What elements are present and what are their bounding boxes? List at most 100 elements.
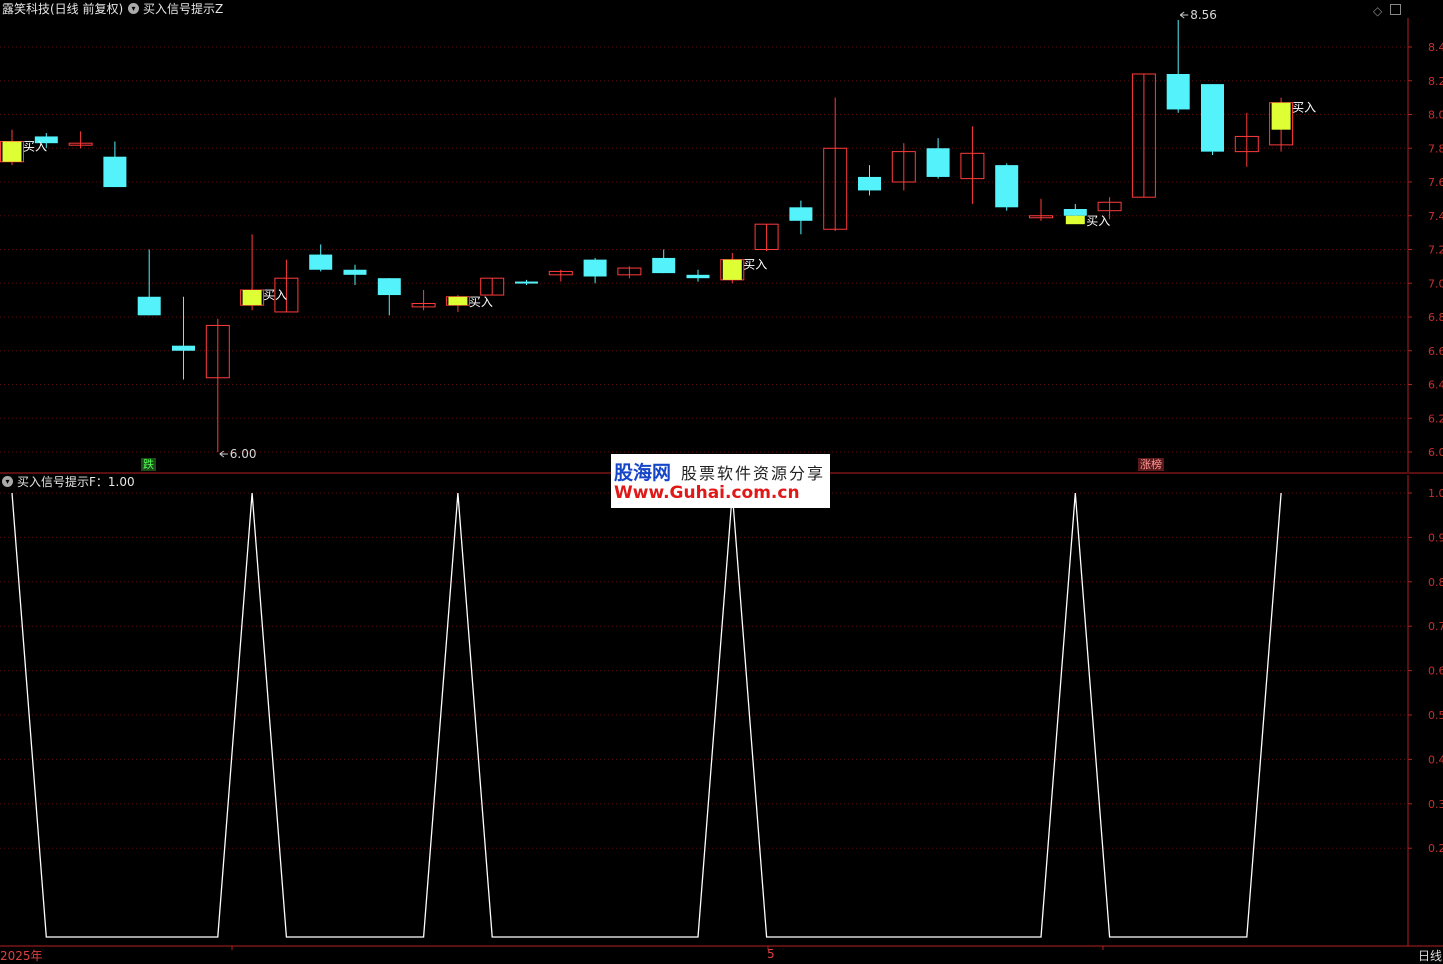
candle-body xyxy=(515,281,538,284)
candle xyxy=(1029,198,1053,221)
signal-polyline xyxy=(11,492,1282,938)
buy-marker: 买入 xyxy=(448,295,493,309)
price-tick-label: 6.6 xyxy=(1428,345,1443,358)
price-tick-label: 8.4 xyxy=(1428,41,1443,54)
signal-tick-label: 0.3 xyxy=(1428,798,1443,811)
signal-tick-label: 0.5 xyxy=(1428,709,1443,722)
time-axis: 2025年 5 日线 xyxy=(0,946,1443,964)
price-tick-label: 6.8 xyxy=(1428,311,1443,324)
candle-body xyxy=(858,176,881,191)
candle xyxy=(686,269,710,282)
candle-body xyxy=(1166,74,1190,110)
annotation-label: 8.56 xyxy=(1190,8,1217,22)
signal-tick-label: 0.2 xyxy=(1428,842,1443,855)
annotation-layer: 6.00 8.56 xyxy=(219,8,1217,461)
watermark: 股海网 股票软件资源分享 Www.Guhai.com.cn xyxy=(611,454,830,508)
extreme-annotation: 6.00 xyxy=(219,447,257,461)
candle-body xyxy=(343,269,367,275)
candle xyxy=(548,269,573,282)
candle xyxy=(995,163,1019,211)
candle xyxy=(309,244,333,272)
buy-marker-series: 买入买入 买入买入买入买入 xyxy=(2,101,1316,309)
buy-marker-label: 买入 xyxy=(743,258,767,272)
sub-grid xyxy=(0,492,1408,849)
candle-body xyxy=(377,278,401,296)
price-tick-label: 6.0 xyxy=(1428,446,1443,459)
candle-body xyxy=(686,274,710,279)
candle xyxy=(617,266,642,279)
sub-indicator-menu-icon[interactable]: ▾ xyxy=(2,476,13,487)
candle-body xyxy=(309,254,333,270)
candle xyxy=(583,257,607,284)
year-label: 2025年 xyxy=(0,949,43,963)
candle xyxy=(1131,73,1156,198)
month-label: 5 xyxy=(767,947,775,961)
candle xyxy=(652,249,676,274)
candle-body xyxy=(652,257,676,274)
candle xyxy=(858,165,881,196)
buy-marker: 买入 xyxy=(1271,101,1316,130)
candle-body xyxy=(103,156,127,188)
price-tick-label: 8.0 xyxy=(1428,109,1443,122)
candle xyxy=(1234,112,1259,167)
extreme-annotation: 8.56 xyxy=(1179,8,1217,22)
buy-marker: 买入 xyxy=(1065,214,1110,228)
signal-axis: 0.2 0.3 0.4 0.5 0.6 0.7 0.8 0.9 1.0 xyxy=(0,475,1443,950)
candle xyxy=(789,200,813,235)
candle-body xyxy=(583,259,607,277)
signal-tick-label: 1.0 xyxy=(1428,487,1443,500)
buy-marker-label: 买入 xyxy=(1292,101,1316,115)
candle xyxy=(823,97,848,231)
signal-tick-label: 0.9 xyxy=(1428,531,1443,544)
signal-tick-label: 0.8 xyxy=(1428,576,1443,589)
price-tick-label: 6.4 xyxy=(1428,379,1443,392)
buy-marker-block xyxy=(722,259,742,280)
candle xyxy=(411,290,436,311)
candle xyxy=(480,277,505,296)
candle-body xyxy=(172,345,195,351)
candle-body xyxy=(789,207,813,221)
buy-marker: 买入 xyxy=(722,258,767,280)
price-tick-label: 7.4 xyxy=(1428,210,1443,223)
candle xyxy=(754,223,779,252)
candle xyxy=(891,143,916,191)
buy-marker-block xyxy=(1271,102,1291,130)
main-grid xyxy=(0,46,1408,453)
candle xyxy=(926,138,950,179)
candle xyxy=(1166,20,1190,113)
rise-tag: 涨榜 xyxy=(1138,458,1164,471)
candle xyxy=(68,131,93,149)
buy-marker: 买入 xyxy=(242,288,287,306)
candle xyxy=(103,141,127,188)
candle-body xyxy=(1201,84,1224,152)
candle xyxy=(343,264,367,285)
period-label[interactable]: 日线 xyxy=(1418,947,1442,964)
buy-marker-block xyxy=(1065,215,1085,225)
price-tick-label: 8.2 xyxy=(1428,75,1443,88)
watermark-logo: 股海网 xyxy=(614,462,672,484)
candle xyxy=(274,259,299,313)
candle xyxy=(137,249,161,316)
buy-marker-label: 买入 xyxy=(23,140,47,154)
price-tick-label: 6.2 xyxy=(1428,412,1443,425)
buy-marker-label: 买入 xyxy=(263,288,287,302)
price-tick-label: 7.0 xyxy=(1428,277,1443,290)
price-tick-label: 7.2 xyxy=(1428,244,1443,257)
sub-chart-title[interactable]: 买入信号提示F：1.00 xyxy=(17,474,135,490)
annotation-label: 6.00 xyxy=(230,447,257,461)
candle xyxy=(515,279,538,285)
candle xyxy=(960,126,985,204)
price-tick-label: 7.6 xyxy=(1428,176,1443,189)
watermark-url: Www.Guhai.com.cn xyxy=(614,483,800,503)
watermark-slogan: 股票软件资源分享 xyxy=(681,464,826,483)
candle xyxy=(1201,84,1224,155)
candle-body xyxy=(137,296,161,316)
candle xyxy=(205,318,230,452)
candle-body xyxy=(1063,209,1087,216)
price-axis: 6.0 6.2 6.4 6.6 6.8 7.0 7.2 7.4 7.6 7.8 8.0 8.2 8.4 xyxy=(0,18,1443,474)
signal-tick-label: 0.4 xyxy=(1428,753,1443,766)
candlestick-series xyxy=(0,20,1294,452)
candle xyxy=(172,296,195,380)
fall-tag: 跌 xyxy=(141,458,156,471)
candle xyxy=(377,278,401,316)
